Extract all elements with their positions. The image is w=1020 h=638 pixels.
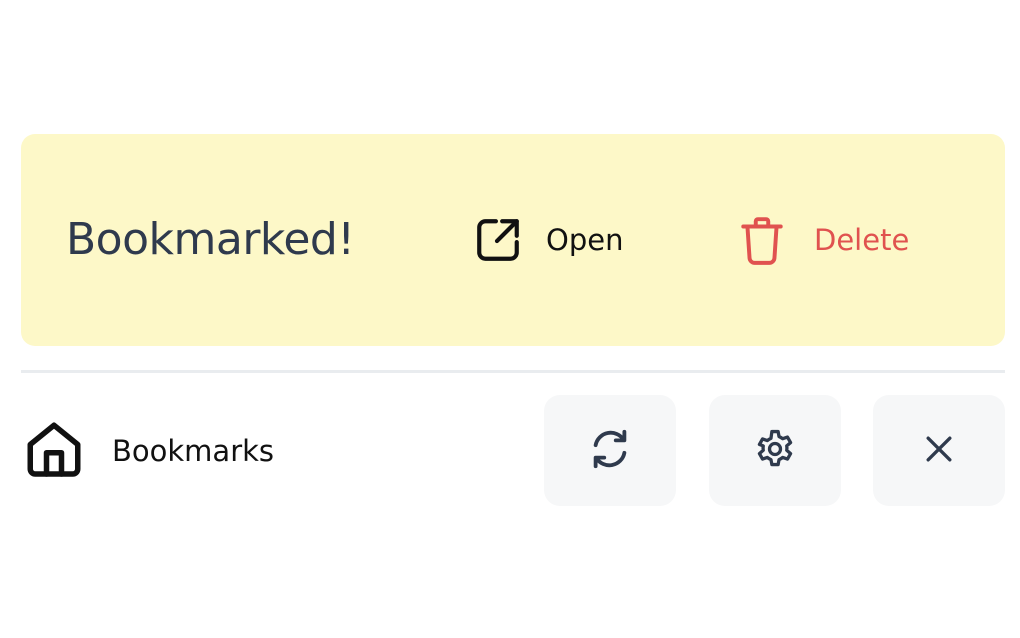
- home-label: Bookmarks: [112, 434, 275, 468]
- divider: [21, 370, 1005, 373]
- home-bookmarks-link[interactable]: Bookmarks: [24, 420, 274, 482]
- delete-label: Delete: [814, 223, 910, 257]
- settings-button[interactable]: [709, 395, 841, 506]
- toast-message: Bookmarked!: [66, 214, 355, 265]
- open-label: Open: [546, 223, 624, 257]
- close-button[interactable]: [873, 395, 1005, 506]
- delete-button[interactable]: Delete: [737, 212, 909, 268]
- close-icon: [919, 429, 959, 473]
- trash-icon: [737, 214, 787, 266]
- bookmark-toast: Bookmarked! Open Delete: [21, 134, 1005, 346]
- gear-icon: [753, 427, 797, 475]
- refresh-button[interactable]: [544, 395, 676, 506]
- external-link-icon: [473, 215, 523, 265]
- home-icon: [24, 418, 84, 484]
- refresh-icon: [587, 426, 633, 476]
- open-button[interactable]: Open: [473, 212, 623, 268]
